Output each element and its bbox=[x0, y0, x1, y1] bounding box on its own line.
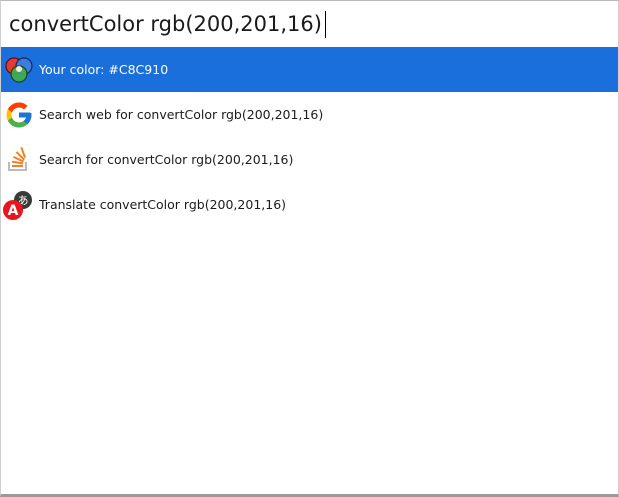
translate-icon: あ A bbox=[3, 189, 35, 221]
color-circles-icon bbox=[3, 54, 35, 86]
results-list: Your color: #C8C910 Search web for conve… bbox=[1, 47, 618, 227]
svg-text:A: A bbox=[8, 203, 19, 219]
result-search-web[interactable]: Search web for convertColor rgb(200,201,… bbox=[1, 92, 618, 137]
result-translate[interactable]: あ A Translate convertColor rgb(200,201,1… bbox=[1, 182, 618, 227]
google-icon bbox=[3, 99, 35, 131]
result-color[interactable]: Your color: #C8C910 bbox=[1, 47, 618, 92]
search-input[interactable]: convertColor rgb(200,201,16) bbox=[9, 13, 322, 35]
stackoverflow-icon bbox=[3, 144, 35, 176]
result-label: Translate convertColor rgb(200,201,16) bbox=[39, 197, 287, 212]
result-label: Search web for convertColor rgb(200,201,… bbox=[39, 107, 324, 122]
search-bar[interactable]: convertColor rgb(200,201,16) bbox=[1, 1, 618, 47]
result-search-stackoverflow[interactable]: Search for convertColor rgb(200,201,16) bbox=[1, 137, 618, 182]
launcher-window: convertColor rgb(200,201,16) Your color:… bbox=[0, 0, 619, 497]
result-label: Your color: #C8C910 bbox=[39, 62, 169, 77]
text-caret bbox=[324, 10, 326, 38]
result-label: Search for convertColor rgb(200,201,16) bbox=[39, 152, 294, 167]
